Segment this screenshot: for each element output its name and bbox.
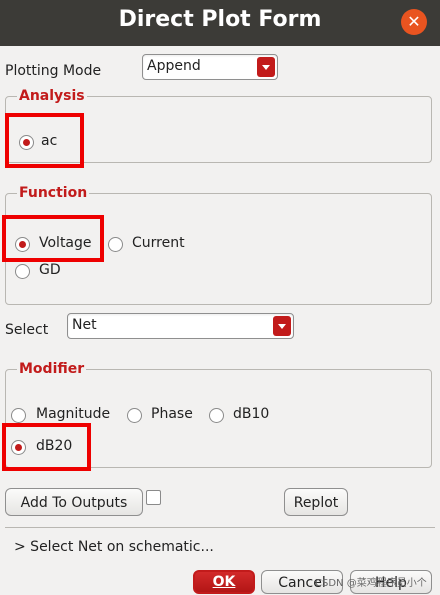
divider [5, 527, 435, 528]
radio-db20[interactable] [11, 440, 26, 455]
plotting-mode-label: Plotting Mode [5, 63, 102, 79]
radio-label-db10: dB10 [233, 406, 270, 422]
chevron-down-icon [273, 316, 291, 336]
status-message: > Select Net on schematic... [14, 539, 214, 555]
radio-label-db20: dB20 [36, 438, 73, 454]
replot-button[interactable]: Replot [284, 488, 348, 516]
radio-label-magnitude: Magnitude [36, 406, 111, 422]
radio-label-current: Current [132, 235, 185, 251]
select-dropdown[interactable]: Net [67, 313, 294, 339]
function-group-title: Function [17, 185, 90, 201]
plotting-mode-dropdown[interactable]: Append [142, 54, 278, 80]
add-to-outputs-checkbox[interactable] [146, 490, 161, 505]
radio-gd[interactable] [15, 264, 30, 279]
add-to-outputs-button[interactable]: Add To Outputs [5, 488, 143, 516]
radio-label-gd: GD [39, 262, 61, 278]
radio-ac[interactable] [19, 135, 34, 150]
chevron-down-icon [257, 57, 275, 77]
plotting-mode-value: Append [147, 58, 201, 74]
radio-label-voltage: Voltage [39, 235, 92, 251]
radio-db10[interactable] [209, 408, 224, 423]
radio-phase[interactable] [127, 408, 142, 423]
modifier-group-title: Modifier [17, 361, 87, 377]
radio-voltage[interactable] [15, 237, 30, 252]
watermark-text: CSDN @菜鸡程序员小个 [315, 578, 427, 589]
select-label: Select [5, 322, 49, 338]
select-value: Net [72, 317, 97, 333]
radio-label-phase: Phase [151, 406, 193, 422]
analysis-group-title: Analysis [17, 88, 87, 104]
radio-label-ac: ac [41, 133, 58, 149]
radio-magnitude[interactable] [11, 408, 26, 423]
window-title: Direct Plot Form [118, 7, 322, 32]
window-titlebar: Direct Plot Form ✕ [0, 0, 440, 46]
radio-current[interactable] [108, 237, 123, 252]
close-icon[interactable]: ✕ [401, 9, 427, 35]
ok-button[interactable]: OK [193, 570, 255, 594]
